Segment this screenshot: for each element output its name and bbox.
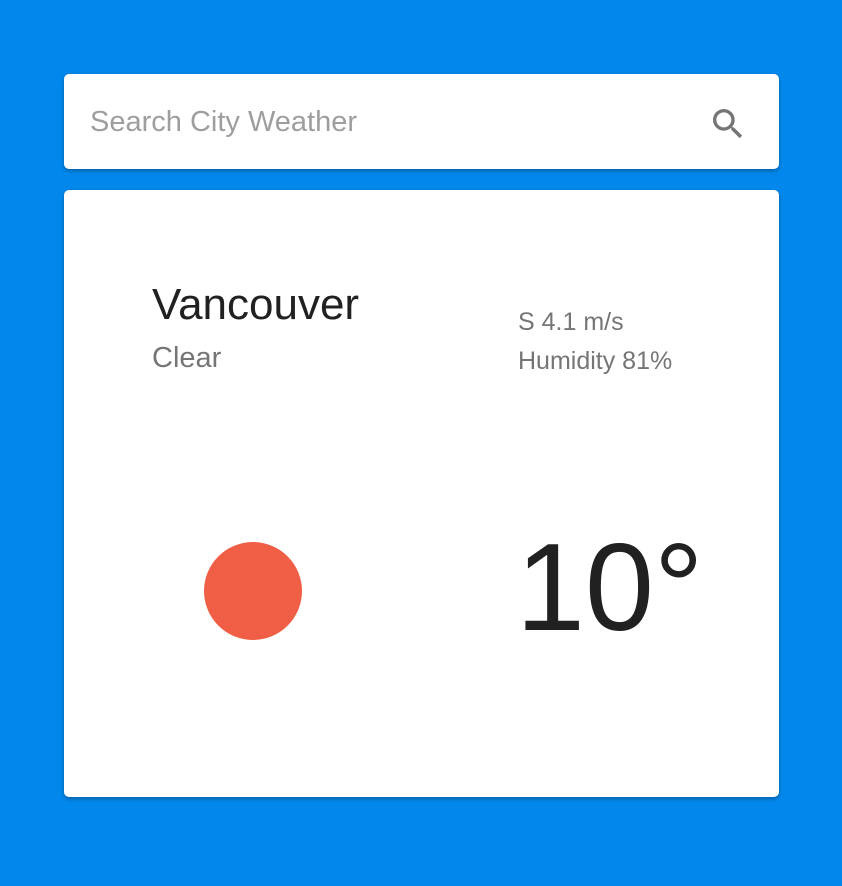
humidity-info: Humidity 81% — [518, 347, 673, 375]
sun-icon — [204, 542, 302, 640]
city-name: Vancouver — [152, 280, 360, 329]
weather-condition: Clear — [152, 342, 222, 374]
search-card — [64, 74, 779, 169]
search-input[interactable] — [88, 100, 692, 144]
search-icon[interactable] — [708, 104, 748, 144]
weather-card: Vancouver Clear S 4.1 m/s Humidity 81% 1… — [64, 190, 779, 797]
wind-info: S 4.1 m/s — [518, 308, 624, 336]
temperature: 10° — [516, 519, 704, 657]
